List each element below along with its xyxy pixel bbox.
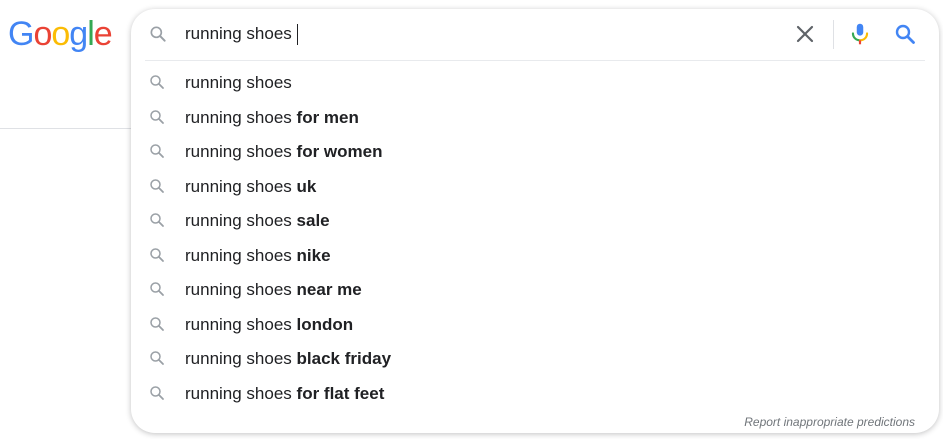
logo-letter: G — [8, 14, 34, 53]
suggestion-text: running shoes for men — [185, 107, 359, 127]
suggestion-text: running shoes near me — [185, 280, 362, 299]
report-predictions-link[interactable]: Report inappropriate predictions — [744, 415, 915, 429]
google-logo[interactable]: G o o g l e — [8, 14, 113, 54]
suggestion-item[interactable]: running shoes nike — [131, 238, 939, 273]
search-icon — [148, 73, 166, 91]
search-icon — [148, 384, 166, 402]
suggestion-item[interactable]: running shoes near me — [131, 272, 939, 307]
suggestion-text: running shoes for flat feet — [185, 383, 385, 403]
search-icon — [148, 246, 166, 264]
suggestions-divider — [145, 60, 925, 61]
suggestion-item[interactable]: running shoes uk — [131, 169, 939, 204]
suggestion-item[interactable]: running shoes — [131, 65, 939, 100]
search-icon — [148, 142, 166, 160]
search-icon — [148, 108, 166, 126]
suggestion-text: running shoes london — [185, 314, 354, 334]
logo-letter: e — [93, 14, 113, 53]
search-input[interactable] — [185, 21, 785, 47]
suggestion-item[interactable]: running shoes sale — [131, 203, 939, 238]
search-icon — [148, 280, 166, 298]
logo-letter: o — [33, 14, 52, 53]
search-row — [131, 9, 939, 59]
search-icon — [148, 349, 166, 367]
suggestion-text: running shoes sale — [185, 211, 330, 230]
search-box: running shoes running shoes for men runn… — [131, 9, 939, 433]
logo-letter: g — [69, 14, 88, 53]
suggestion-item[interactable]: running shoes for men — [131, 100, 939, 135]
suggestion-item[interactable]: running shoes for flat feet — [131, 376, 939, 411]
suggestion-text: running shoes — [185, 73, 292, 92]
suggestion-text: running shoes uk — [185, 176, 317, 196]
button-divider — [833, 20, 834, 49]
search-icon — [148, 177, 166, 195]
suggestion-text: running shoes nike — [185, 245, 331, 265]
suggestion-list: running shoes running shoes for men runn… — [131, 65, 939, 410]
suggestion-item[interactable]: running shoes black friday — [131, 341, 939, 376]
search-icon — [148, 211, 166, 229]
text-caret — [297, 24, 298, 45]
suggestion-item[interactable]: running shoes for women — [131, 134, 939, 169]
microphone-icon[interactable] — [847, 21, 873, 47]
suggestion-item[interactable]: running shoes london — [131, 307, 939, 342]
search-icon — [148, 24, 168, 44]
header-divider — [0, 128, 135, 129]
suggestion-text: running shoes for women — [185, 142, 383, 161]
search-icon — [895, 24, 915, 44]
close-icon[interactable] — [793, 22, 817, 46]
search-button[interactable] — [893, 22, 917, 46]
search-icon — [148, 315, 166, 333]
logo-letter: o — [51, 14, 70, 53]
suggestion-text: running shoes black friday — [185, 349, 392, 368]
search-page: G o o g l e running shoes running shoes … — [0, 0, 943, 439]
